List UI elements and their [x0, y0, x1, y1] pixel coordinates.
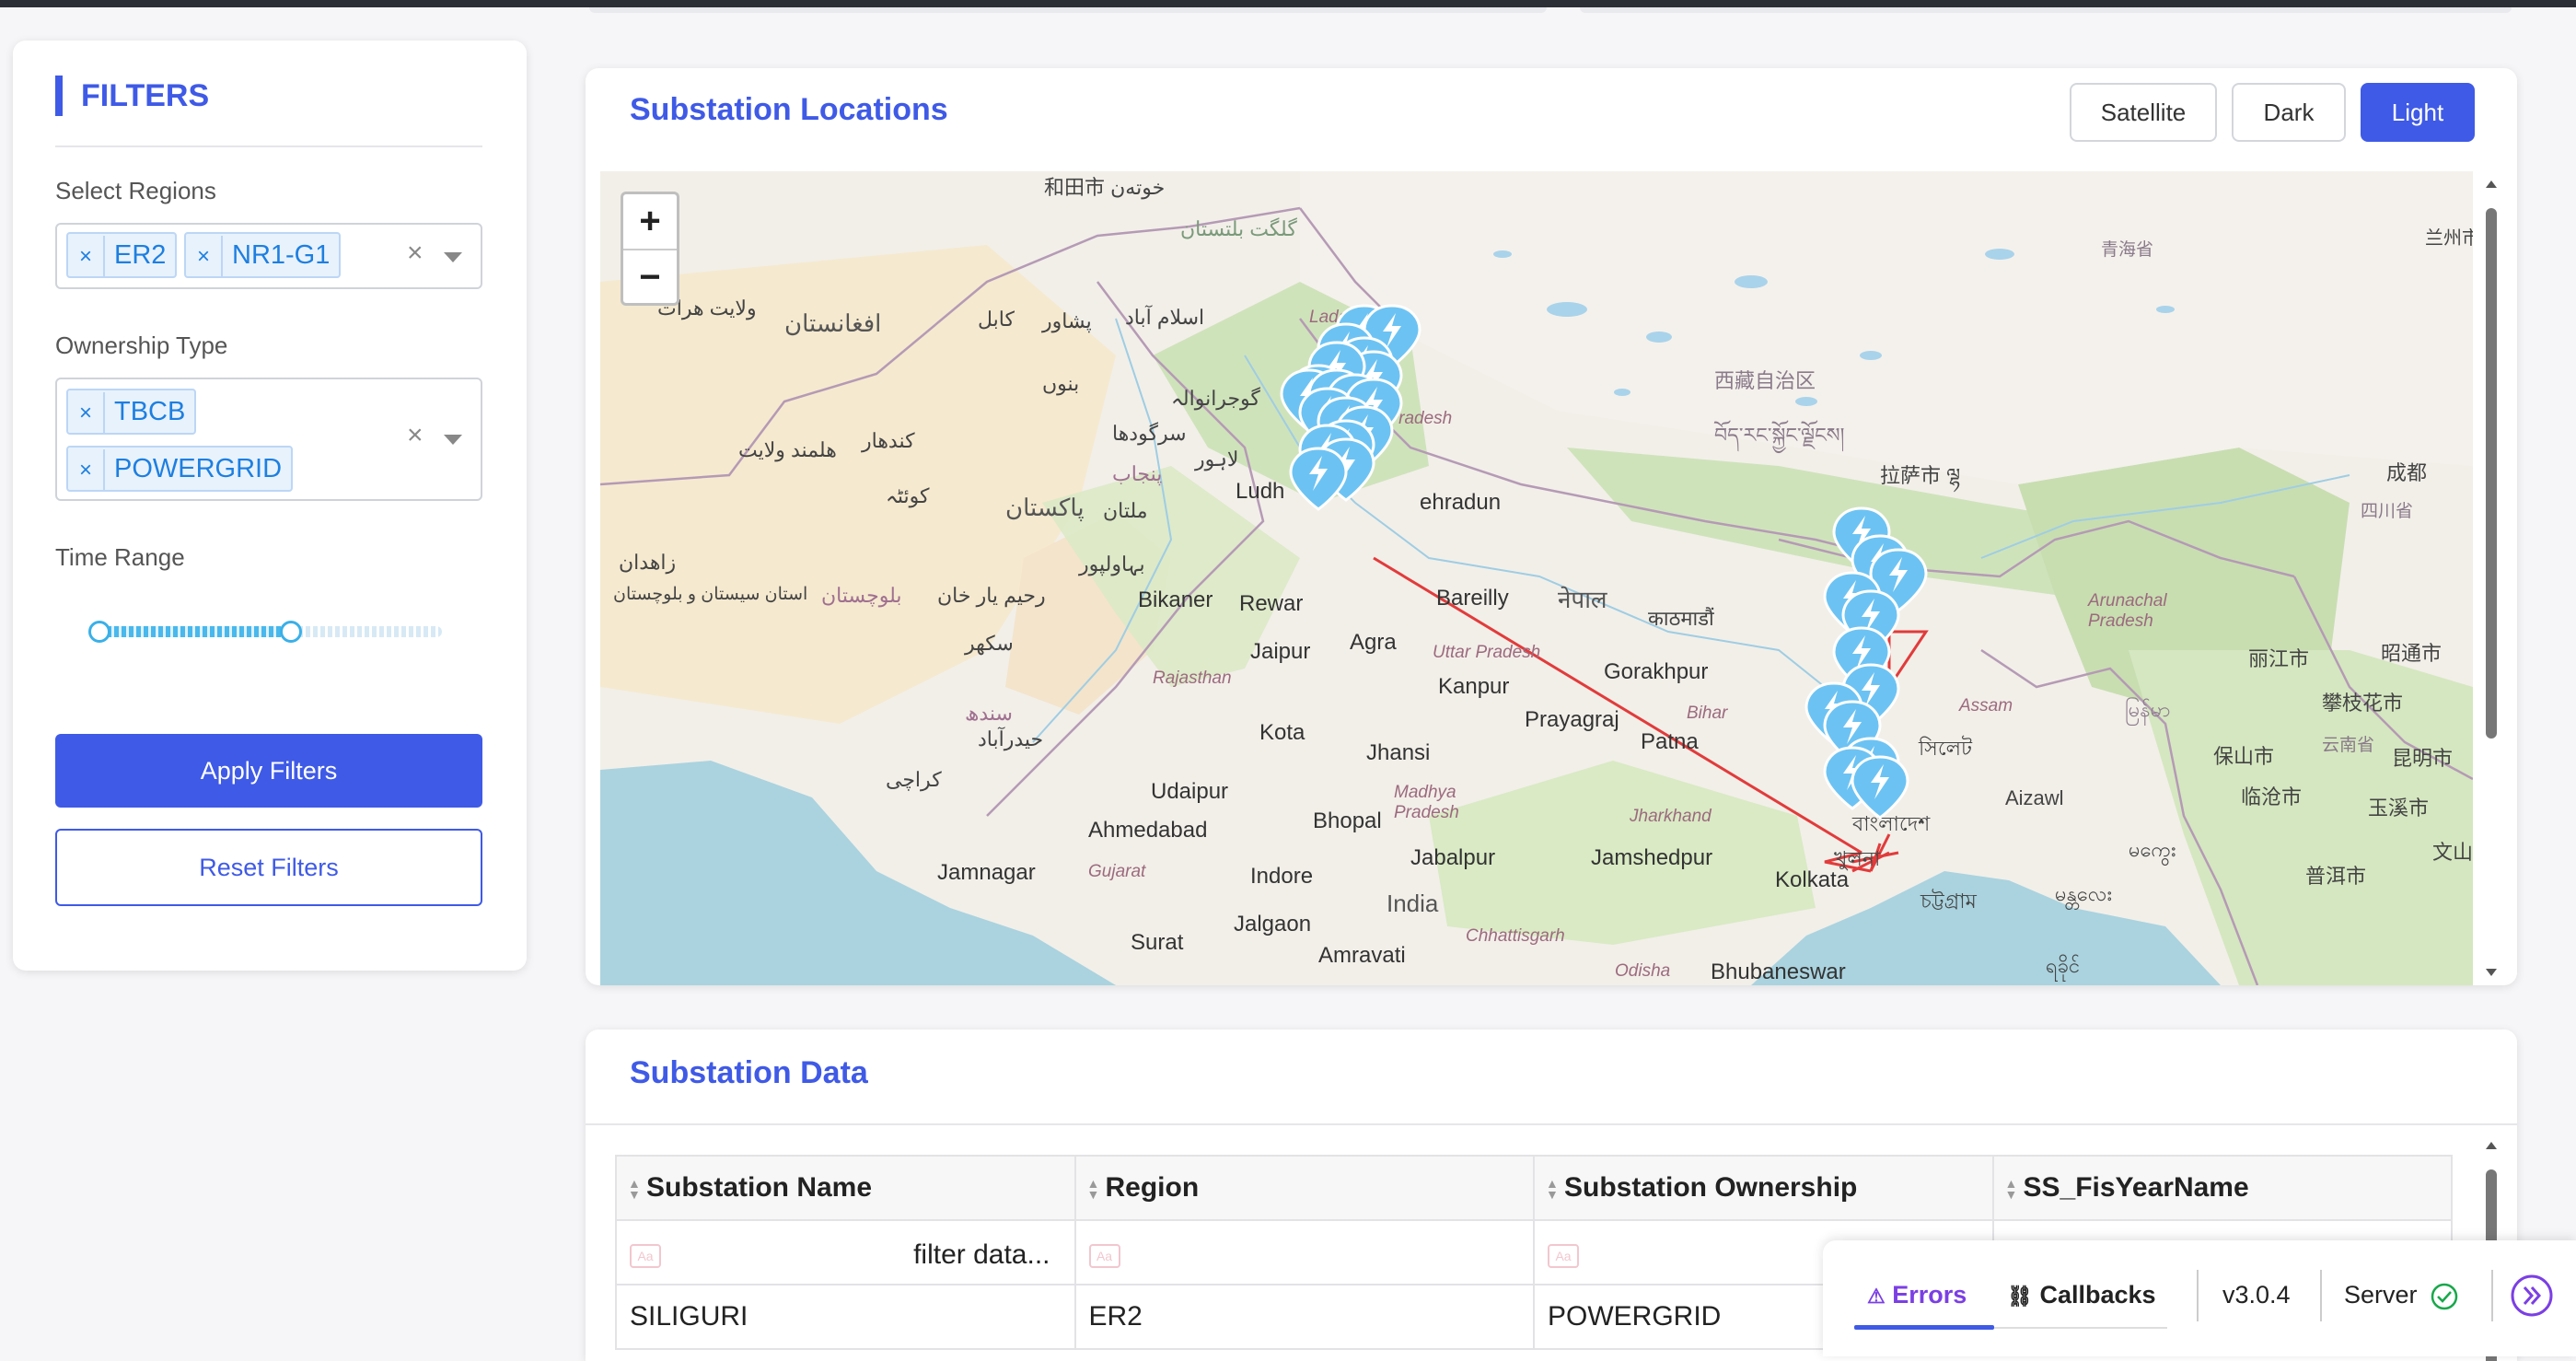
slider-selected-range — [99, 626, 292, 637]
map-card: Substation Locations Satellite Dark Ligh… — [586, 68, 2517, 985]
debug-separator — [2197, 1270, 2199, 1321]
sort-icon[interactable]: ▲ ▼ — [628, 1177, 643, 1201]
regions-multiselect[interactable]: × ER2 × NR1-G1 × — [55, 223, 482, 289]
substation-marker[interactable] — [1289, 447, 1348, 511]
column-filter-input[interactable]: Aa filter data... — [615, 1219, 1076, 1285]
layer-dark-button[interactable]: Dark — [2232, 83, 2346, 142]
remove-chip-icon[interactable]: × — [186, 236, 223, 278]
column-header[interactable]: ▲ ▼ Substation Ownership — [1533, 1155, 1994, 1221]
time-range-slider[interactable] — [88, 621, 442, 643]
ownership-chip-powergrid: × POWERGRID — [66, 446, 294, 492]
debug-separator — [2320, 1270, 2322, 1321]
column-filter-input[interactable]: Aa — [1073, 1219, 1535, 1285]
clear-icon[interactable]: × — [407, 238, 424, 269]
layer-light-button[interactable]: Light — [2361, 83, 2475, 142]
top-strip — [589, 7, 2512, 13]
errors-tab-underline — [1854, 1325, 1994, 1330]
apply-filters-button[interactable]: Apply Filters — [55, 734, 482, 808]
filter-placeholder: filter data... — [913, 1239, 1050, 1270]
chevron-down-icon[interactable] — [444, 252, 462, 262]
debug-separator — [2491, 1270, 2493, 1321]
substation-marker[interactable] — [1851, 755, 1909, 820]
collapse-toggle-icon[interactable] — [2510, 1274, 2554, 1318]
callbacks-tab[interactable]: ⛓ Callbacks — [2007, 1281, 2156, 1309]
filters-panel: FILTERS Select Regions × ER2 × NR1-G1 × Ow… — [13, 41, 527, 971]
slider-end-handle[interactable] — [280, 621, 303, 643]
callbacks-label: Callbacks — [2039, 1281, 2156, 1309]
table-title: Substation Data — [630, 1055, 868, 1090]
chip-label: NR1-G1 — [232, 240, 331, 270]
server-label: Server — [2344, 1281, 2418, 1309]
regions-label: Select Regions — [55, 177, 216, 204]
dash-debug-bar: ⚠ Errors ⛓ Callbacks v3.0.4 Server — [1823, 1240, 2576, 1356]
clear-icon[interactable]: × — [407, 420, 424, 451]
errors-label: Errors — [1892, 1281, 1967, 1309]
check-circle-icon — [2431, 1283, 2458, 1310]
case-sensitive-icon[interactable]: Aa — [1548, 1244, 1579, 1268]
table-header-row: ▲ ▼ Substation Name ▲ ▼ Region ▲ ▼ Substation … — [615, 1155, 2453, 1221]
zoom-control: + − — [621, 192, 679, 306]
remove-chip-icon[interactable]: × — [68, 236, 105, 278]
server-status: Server — [2344, 1281, 2459, 1311]
region-chip-nr1-g1: × NR1-G1 — [184, 232, 342, 278]
zoom-in-button[interactable]: + — [623, 194, 677, 249]
chip-label: TBCB — [114, 397, 186, 426]
filters-title: FILTERS — [55, 76, 209, 116]
ownership-chip-tbcb: × TBCB — [66, 389, 197, 435]
chip-label: POWERGRID — [114, 454, 283, 483]
warning-icon: ⚠ — [1867, 1285, 1886, 1308]
errors-tab[interactable]: ⚠ Errors — [1867, 1281, 1967, 1309]
table-cell[interactable]: ER2 — [1073, 1284, 1535, 1350]
remove-chip-icon[interactable]: × — [68, 392, 105, 435]
ownership-multiselect[interactable]: × TBCB × POWERGRID × — [55, 378, 482, 501]
zoom-out-button[interactable]: − — [623, 249, 677, 303]
marker-layer — [1280, 304, 1928, 820]
reset-filters-button[interactable]: Reset Filters — [55, 829, 482, 906]
callbacks-icon: ⛓ — [2007, 1285, 2033, 1308]
chevron-down-icon[interactable] — [444, 435, 462, 445]
map-view[interactable]: 和田市 خوتەن گلگت بلتستان افغانستان ولایت ه… — [600, 171, 2473, 985]
layer-satellite-button[interactable]: Satellite — [2070, 83, 2217, 142]
table-cell[interactable]: SILIGURI — [615, 1284, 1076, 1350]
chip-label: ER2 — [114, 240, 167, 270]
ownership-label: Ownership Type — [55, 332, 228, 359]
remove-chip-icon[interactable]: × — [68, 449, 105, 492]
version-label: v3.0.4 — [2222, 1281, 2291, 1309]
top-bar — [0, 0, 2576, 7]
sort-icon[interactable]: ▲ ▼ — [2005, 1177, 2020, 1201]
case-sensitive-icon[interactable]: Aa — [630, 1244, 661, 1268]
time-range-label: Time Range — [55, 543, 185, 571]
sort-icon[interactable]: ▲ ▼ — [1546, 1177, 1561, 1201]
map-title: Substation Locations — [630, 92, 948, 127]
filters-divider — [55, 145, 482, 147]
column-header[interactable]: ▲ ▼ SS_FisYearName — [1991, 1155, 2453, 1221]
case-sensitive-icon[interactable]: Aa — [1088, 1244, 1120, 1268]
table-divider — [586, 1123, 2517, 1125]
map-scrollbar[interactable] — [2478, 171, 2504, 985]
region-chip-er2: × ER2 — [66, 232, 178, 278]
sort-icon[interactable]: ▲ ▼ — [1087, 1177, 1102, 1201]
column-header[interactable]: ▲ ▼ Substation Name — [615, 1155, 1076, 1221]
column-header[interactable]: ▲ ▼ Region — [1073, 1155, 1535, 1221]
slider-start-handle[interactable] — [88, 621, 110, 643]
